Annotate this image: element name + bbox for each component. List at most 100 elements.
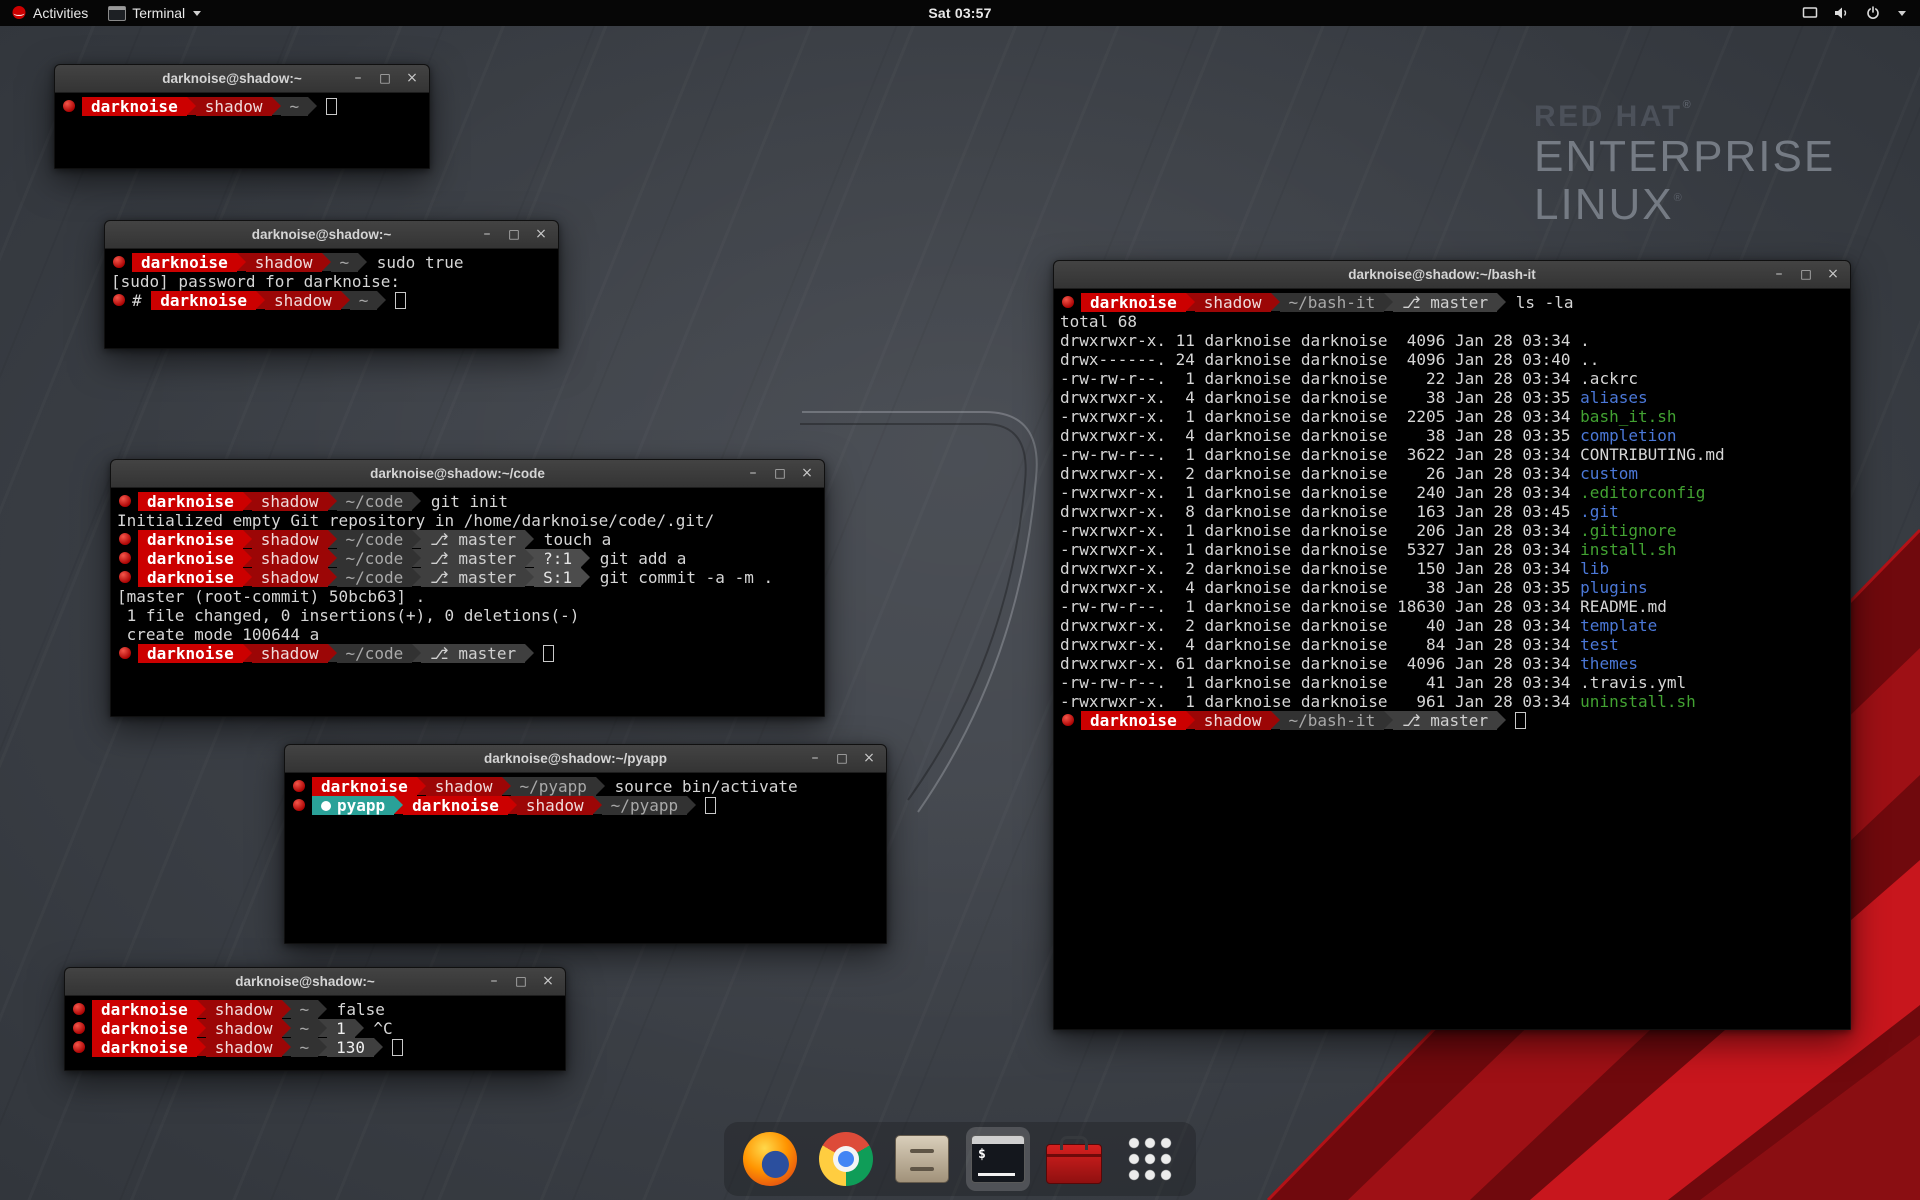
- maximize-button[interactable]: □: [835, 745, 849, 772]
- prompt-redhat-icon: [119, 533, 131, 545]
- activities-button[interactable]: Activities: [0, 0, 99, 26]
- powerline-arrow-icon: [412, 530, 421, 548]
- powerline-arrow-icon: [243, 530, 252, 548]
- window-titlebar[interactable]: darknoise@shadow:~/pyapp – □ ×: [285, 745, 886, 773]
- terminal-text: sudo true: [367, 253, 463, 272]
- close-button[interactable]: ×: [405, 65, 419, 92]
- file-name: .travis.yml: [1580, 673, 1686, 692]
- prompt-segment-path: ~: [291, 1038, 319, 1057]
- minimize-button[interactable]: –: [746, 460, 760, 487]
- prompt-redhat-icon: [293, 780, 305, 792]
- powerline-arrow-icon: [358, 253, 367, 271]
- terminal-line: darknoiseshadow~/code⎇ master touch a: [117, 530, 818, 549]
- terminal-text: 1 file changed, 0 insertions(+), 0 delet…: [117, 606, 579, 625]
- terminal-line: [master (root-commit) 50bcb63] .: [117, 587, 818, 606]
- prompt-segment-user: darknoise: [312, 777, 417, 796]
- minimize-button[interactable]: –: [351, 65, 365, 92]
- prompt-redhat-icon: [119, 495, 131, 507]
- maximize-button[interactable]: □: [507, 221, 521, 248]
- powerline-arrow-icon: [1271, 293, 1280, 311]
- prompt-segment-user: darknoise: [82, 97, 187, 116]
- prompt-segment-path: ~: [331, 253, 359, 272]
- file-name: test: [1580, 635, 1619, 654]
- powerline-arrow-icon: [1186, 711, 1195, 729]
- close-button[interactable]: ×: [1826, 261, 1840, 288]
- prompt-segment-path: ~/code: [337, 492, 413, 511]
- terminal-line: Initialized empty Git repository in /hom…: [117, 511, 818, 530]
- firefox-launcher[interactable]: [738, 1127, 802, 1191]
- maximize-button[interactable]: □: [773, 460, 787, 487]
- window-titlebar[interactable]: darknoise@shadow:~ – □ ×: [65, 968, 565, 996]
- terminal-text: [master (root-commit) 50bcb63] .: [117, 587, 425, 606]
- terminal-line: darknoiseshadow~: [61, 97, 423, 116]
- status-area[interactable]: [1802, 0, 1920, 26]
- file-meta: drwxrwxr-x. 2 darknoise darknoise 150 Ja…: [1060, 559, 1580, 578]
- terminal-line: drwx------. 24 darknoise darknoise 4096 …: [1060, 350, 1844, 369]
- prompt-redhat-icon: [1062, 296, 1074, 308]
- powerline-arrow-icon: [525, 530, 534, 548]
- terminal-line: darknoiseshadow~/code git init: [117, 492, 818, 511]
- close-button[interactable]: ×: [534, 221, 548, 248]
- app-grid-button[interactable]: [1118, 1127, 1182, 1191]
- file-name: bash_it.sh: [1580, 407, 1676, 426]
- maximize-button[interactable]: □: [514, 968, 528, 995]
- terminal-content[interactable]: darknoiseshadow~/bash-it⎇ master ls -lat…: [1054, 289, 1850, 1029]
- terminal-line: pyappdarknoiseshadow~/pyapp: [291, 796, 880, 815]
- file-name: completion: [1580, 426, 1676, 445]
- close-button[interactable]: ×: [862, 745, 876, 772]
- file-name: ..: [1580, 350, 1599, 369]
- powerline-arrow-icon: [412, 568, 421, 586]
- chrome-launcher[interactable]: [814, 1127, 878, 1191]
- toolbox-launcher[interactable]: [1042, 1127, 1106, 1191]
- file-name: .: [1580, 331, 1590, 350]
- file-name: plugins: [1580, 578, 1647, 597]
- prompt-segment-user: darknoise: [132, 253, 237, 272]
- volume-icon: [1833, 5, 1850, 21]
- prompt-redhat-icon: [63, 100, 75, 112]
- terminal-content[interactable]: darknoiseshadow~/pyapp source bin/activa…: [285, 773, 886, 943]
- prompt-segment-user: darknoise: [138, 568, 243, 587]
- prompt-redhat-icon: [119, 571, 131, 583]
- file-meta: drwxrwxr-x. 11 darknoise darknoise 4096 …: [1060, 331, 1580, 350]
- clock[interactable]: Sat 03:57: [928, 5, 991, 21]
- prompt-segment-host: shadow: [196, 97, 272, 116]
- minimize-button[interactable]: –: [480, 221, 494, 248]
- close-button[interactable]: ×: [800, 460, 814, 487]
- terminal-launcher[interactable]: $: [966, 1127, 1030, 1191]
- files-launcher[interactable]: [890, 1127, 954, 1191]
- app-menu-button[interactable]: Terminal: [99, 0, 210, 26]
- powerline-arrow-icon: [318, 1019, 327, 1037]
- file-name: template: [1580, 616, 1657, 635]
- terminal-content[interactable]: darknoiseshadow~/code git initInitialize…: [111, 488, 824, 716]
- close-button[interactable]: ×: [541, 968, 555, 995]
- powerline-arrow-icon: [596, 777, 605, 795]
- terminal-line: darknoiseshadow~/bash-it⎇ master: [1060, 711, 1844, 730]
- powerline-arrow-icon: [1271, 711, 1280, 729]
- minimize-button[interactable]: –: [487, 968, 501, 995]
- powerline-arrow-icon: [328, 492, 337, 510]
- minimize-button[interactable]: –: [808, 745, 822, 772]
- window-titlebar[interactable]: darknoise@shadow:~/code – □ ×: [111, 460, 824, 488]
- window-titlebar[interactable]: darknoise@shadow:~ – □ ×: [105, 221, 558, 249]
- terminal-content[interactable]: darknoiseshadow~ falsedarknoiseshadow~1 …: [65, 996, 565, 1070]
- terminal-line: drwxrwxr-x. 4 darknoise darknoise 84 Jan…: [1060, 635, 1844, 654]
- prompt-segment-path: ~/code: [337, 549, 413, 568]
- powerline-arrow-icon: [256, 291, 265, 309]
- powerline-arrow-icon: [374, 1038, 383, 1056]
- terminal-content[interactable]: darknoiseshadow~: [55, 93, 429, 168]
- maximize-button[interactable]: □: [378, 65, 392, 92]
- minimize-button[interactable]: –: [1772, 261, 1786, 288]
- maximize-button[interactable]: □: [1799, 261, 1813, 288]
- window-titlebar[interactable]: darknoise@shadow:~ – □ ×: [55, 65, 429, 93]
- terminal-content[interactable]: darknoiseshadow~ sudo true[sudo] passwor…: [105, 249, 558, 348]
- powerline-arrow-icon: [272, 97, 281, 115]
- power-icon: [1865, 5, 1881, 21]
- firefox-icon: [743, 1132, 797, 1186]
- terminal-line: drwxrwxr-x. 4 darknoise darknoise 38 Jan…: [1060, 426, 1844, 445]
- prompt-segment-host: shadow: [252, 530, 328, 549]
- window-titlebar[interactable]: darknoise@shadow:~/bash-it – □ ×: [1054, 261, 1850, 289]
- terminal-text: git commit -a -m .: [590, 568, 773, 587]
- powerline-arrow-icon: [525, 644, 534, 662]
- powerline-arrow-icon: [328, 568, 337, 586]
- file-meta: drwxrwxr-x. 4 darknoise darknoise 38 Jan…: [1060, 426, 1580, 445]
